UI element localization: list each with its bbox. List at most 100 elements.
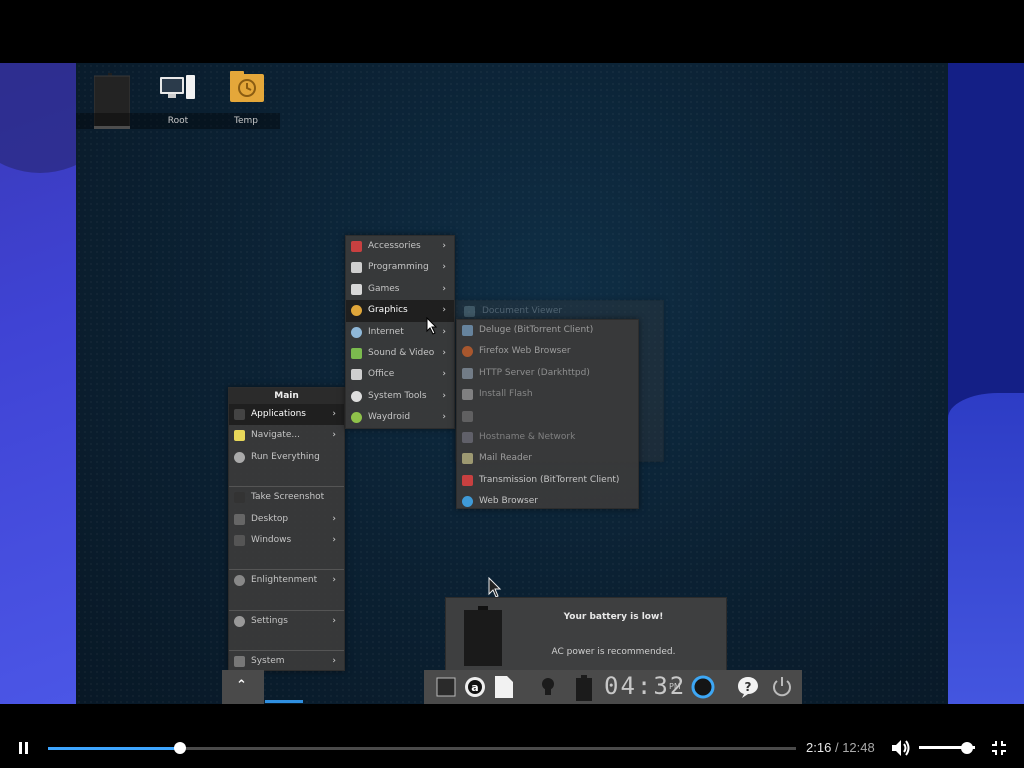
mail-icon (462, 453, 473, 465)
host-wallpaper-right (948, 63, 1024, 704)
menu-item-blank[interactable] (457, 406, 638, 427)
computer-icon (160, 75, 195, 99)
sound-video-icon (351, 347, 362, 359)
system-tools-icon (351, 390, 362, 402)
menu-item-programming[interactable]: Programming › (346, 257, 454, 278)
menu-item-applications[interactable]: Applications › (229, 404, 344, 426)
menu-item-http-server[interactable]: HTTP Server (Darkhttpd) (457, 363, 638, 384)
document-icon[interactable] (494, 675, 514, 699)
applications-icon (234, 409, 245, 420)
lightbulb-icon[interactable] (540, 677, 556, 697)
camera-icon (234, 492, 245, 504)
system-icon (234, 656, 245, 668)
menu-item-transmission[interactable]: Transmission (BitTorrent Client) (457, 470, 638, 491)
chevron-right-icon: › (332, 409, 336, 419)
svg-text:?: ? (745, 680, 752, 694)
time-separator: / (834, 740, 839, 755)
battery-notification[interactable]: Your battery is low! AC power is recomme… (445, 597, 727, 674)
svg-text:a: a (471, 681, 478, 694)
desktop-icon-temp[interactable]: Temp (212, 63, 280, 129)
document-viewer-icon (464, 306, 475, 317)
mouse-cursor-icon (426, 317, 438, 335)
folder-clock-icon (230, 71, 264, 102)
chevron-right-icon: › (332, 615, 336, 626)
server-icon (462, 367, 473, 379)
programming-icon (351, 262, 362, 274)
playback-time: 2:16 / 12:48 (806, 740, 875, 755)
seek-bar[interactable] (48, 747, 796, 750)
applications-menu: Accessories › Programming › Games › Graphic… (345, 235, 455, 429)
chevron-right-icon: › (442, 283, 446, 294)
chevron-right-icon: › (332, 430, 336, 441)
app-a-icon[interactable]: a (464, 676, 486, 698)
menu-separator (229, 632, 344, 652)
menu-item-hostname-network[interactable]: Hostname & Network (457, 427, 638, 448)
desktop-icon-label: Temp (212, 113, 280, 129)
menu-item-enlightenment[interactable]: Enlightenment › (229, 570, 344, 591)
enlightenment-icon (234, 575, 245, 587)
menu-item-deluge[interactable]: Deluge (BitTorrent Client) (457, 320, 638, 341)
host-wallpaper-left (0, 63, 76, 704)
battery-icon[interactable] (574, 675, 594, 701)
volume-slider-thumb[interactable] (960, 742, 973, 754)
network-icon (462, 431, 473, 443)
flash-icon (462, 389, 473, 401)
menu-item-navigate[interactable]: Navigate... › (229, 425, 344, 446)
menu-item-system-tools[interactable]: System Tools › (346, 386, 454, 407)
menu-item-run-everything[interactable]: Run Everything (229, 447, 344, 468)
chevron-right-icon: › (442, 262, 446, 273)
folder-icon (234, 430, 245, 442)
graphics-icon (351, 305, 362, 317)
menu-item-games[interactable]: Games › (346, 279, 454, 300)
desktop-icon-label: Root (144, 113, 212, 129)
internet-icon (351, 326, 362, 338)
chevron-right-icon: › (442, 241, 446, 251)
settings-icon (234, 615, 245, 627)
menu-item-desktop[interactable]: Desktop › (229, 509, 344, 530)
menu-item-web-browser[interactable]: Web Browser (457, 491, 638, 512)
menu-item-office[interactable]: Office › (346, 364, 454, 385)
pause-icon[interactable] (17, 741, 31, 755)
menu-item-accessories[interactable]: Accessories › (346, 236, 454, 257)
battery-notification-message: AC power is recommended. (551, 647, 676, 657)
active-indicator (265, 700, 303, 703)
gear-icon (234, 451, 245, 463)
menu-item-install-flash[interactable]: Install Flash (457, 384, 638, 405)
video-player-controls (0, 704, 1024, 768)
menu-item-take-screenshot[interactable]: Take Screenshot (229, 487, 344, 508)
accessories-icon (351, 241, 362, 252)
office-icon (351, 369, 362, 381)
chevron-right-icon: › (332, 656, 336, 667)
exit-fullscreen-icon[interactable] (991, 740, 1007, 756)
chevron-right-icon: › (332, 575, 336, 586)
battery-notification-title: Your battery is low! (563, 612, 664, 622)
menu-item-windows[interactable]: Windows › (229, 530, 344, 551)
chevron-right-icon: › (442, 347, 446, 358)
top-letterbox (0, 0, 1024, 63)
menu-separator (229, 551, 344, 571)
clock-ampm: PM (669, 682, 681, 691)
mouse-cursor-icon (488, 577, 502, 598)
menu-item-mail-reader[interactable]: Mail Reader (457, 448, 638, 469)
volume-icon[interactable] (891, 739, 911, 757)
taskbar: a 04:32 PM ? (424, 670, 802, 704)
shelf-menu-button[interactable]: ⌃ (222, 670, 264, 704)
internet-menu: Deluge (BitTorrent Client) Firefox Web B… (456, 319, 639, 509)
deluge-icon (462, 325, 473, 336)
desktop-icon (234, 513, 245, 525)
chevron-right-icon: › (442, 369, 446, 380)
status-ring-icon[interactable] (690, 674, 716, 700)
menu-item-waydroid[interactable]: Waydroid › (346, 407, 454, 428)
help-icon[interactable]: ? (736, 675, 760, 699)
games-icon (351, 283, 362, 295)
desktop-icon-label-bg (76, 113, 144, 129)
menu-item-firefox[interactable]: Firefox Web Browser (457, 341, 638, 362)
desktop-icon-root[interactable]: Root (144, 63, 212, 129)
menu-item-settings[interactable]: Settings › (229, 611, 344, 632)
menu-item-sound-video[interactable]: Sound & Video › (346, 343, 454, 364)
window-icon[interactable] (436, 677, 456, 697)
menu-separator (229, 468, 344, 488)
chevron-right-icon: › (332, 513, 336, 524)
power-icon[interactable] (770, 675, 794, 699)
chevron-right-icon: › (442, 390, 446, 401)
